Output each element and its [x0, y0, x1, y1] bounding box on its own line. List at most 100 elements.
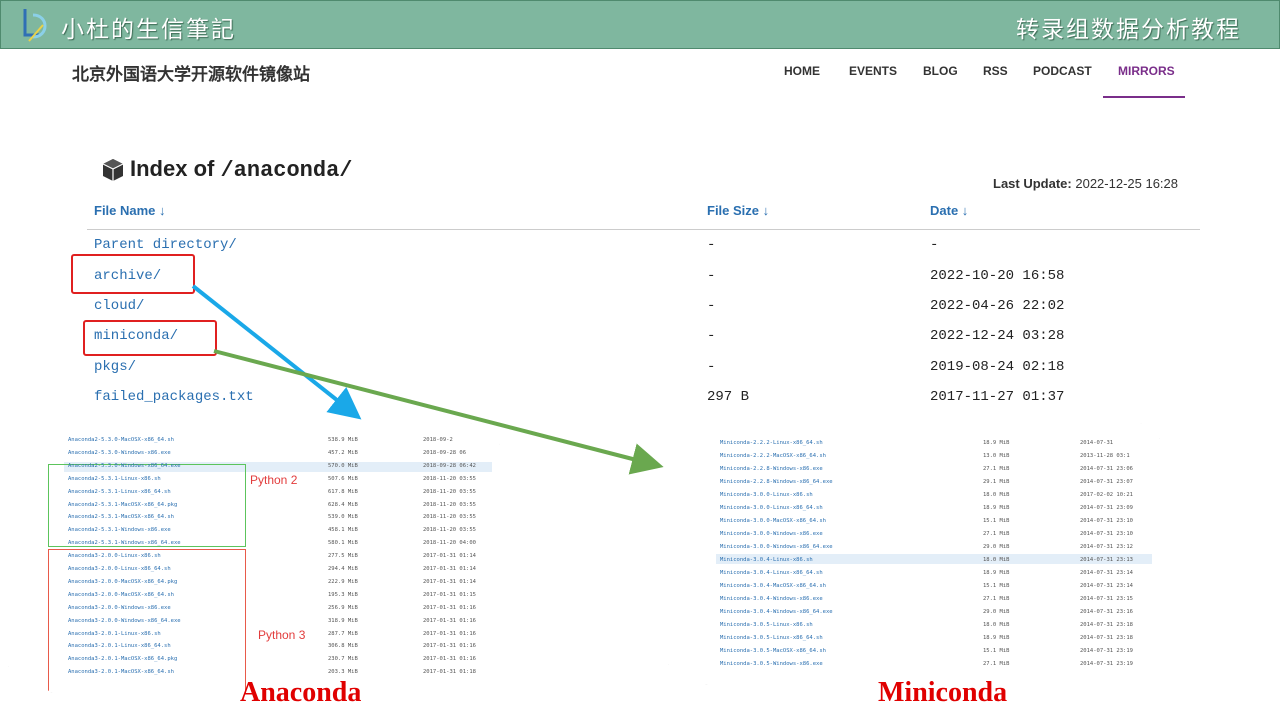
row-date: 2022-12-24 03:28 [930, 328, 1065, 344]
nav-rss[interactable]: RSS [983, 64, 1008, 78]
listing-name-cell[interactable]: Anaconda2-5.3.0-Windows-x86_64.exe [68, 463, 181, 469]
listing-size-cell: 29.0 MiB [983, 544, 1010, 550]
listing-name-cell[interactable]: Anaconda3-2.0.0-Linux-x86_64.sh [68, 566, 171, 572]
nav-active-underline [1103, 96, 1185, 98]
listing-name-cell[interactable]: Anaconda2-5.3.1-MacOSX-x86_64.sh [68, 514, 174, 520]
listing-name-cell[interactable]: Anaconda2-5.3.1-Windows-x86.exe [68, 527, 171, 533]
listing-date-cell: 2014-07-31 23:19 [1080, 661, 1133, 667]
row-name-parent-directory[interactable]: Parent directory/ [94, 237, 237, 253]
listing-size-cell: 294.4 MiB [328, 566, 358, 572]
listing-name-cell[interactable]: Miniconda-3.0.5-Windows-x86.exe [720, 661, 823, 667]
listing-name-cell[interactable]: Miniconda-3.0.5-Linux-x86.sh [720, 622, 813, 628]
listing-name-cell[interactable]: Miniconda-3.0.0-Linux-x86.sh [720, 492, 813, 498]
listing-name-cell[interactable]: Miniconda-3.0.0-MacOSX-x86_64.sh [720, 518, 826, 524]
anaconda-caption: Anaconda [240, 677, 362, 708]
listing-size-cell: 18.9 MiB [983, 635, 1010, 641]
listing-name-cell[interactable]: Anaconda2-5.3.1-Linux-x86_64.sh [68, 489, 171, 495]
listing-name-cell[interactable]: Miniconda-2.2.2-MacOSX-x86_64.sh [720, 453, 826, 459]
row-date: - [930, 237, 939, 253]
listing-name-cell[interactable]: Anaconda2-5.3.0-Windows-x86.exe [68, 450, 171, 456]
listing-date-cell: 2017-01-31 01:15 [423, 591, 476, 598]
row-name-pkgs[interactable]: pkgs/ [94, 359, 136, 375]
listing-date-cell: 2014-07-31 23:16 [1080, 609, 1133, 615]
listing-name-cell[interactable]: Anaconda3-2.0.1-Linux-x86_64.sh [68, 643, 171, 649]
listing-date-cell: 2014-07-31 23:18 [1080, 635, 1133, 641]
listing-name-cell[interactable]: Miniconda-3.0.5-Linux-x86_64.sh [720, 635, 823, 641]
listing-name-cell[interactable]: Miniconda-3.0.0-Linux-x86_64.sh [720, 505, 823, 511]
row-size: - [707, 268, 716, 284]
listing-size-cell: 195.3 MiB [328, 591, 358, 598]
listing-date-cell: 2018-11-20 03:55 [423, 501, 476, 508]
listing-date-cell: 2014-07-31 23:10 [1080, 531, 1133, 537]
listing-name-cell[interactable]: Miniconda-3.0.0-Windows-x86_64.exe [720, 544, 833, 550]
row-size: - [707, 328, 716, 344]
nav-mirrors[interactable]: MIRRORS [1118, 64, 1175, 78]
listing-date-cell: 2018-09-2 [423, 437, 453, 443]
listing-size-cell: 539.0 MiB [328, 514, 358, 521]
listing-date-cell: 2017-01-31 01:14 [423, 566, 476, 572]
ld-logo-icon [23, 9, 47, 42]
miniconda-listing-screenshot: Miniconda-2.2.2-Linux-x86_64.sh 18.9 MiB 2… [668, 423, 1160, 685]
listing-size-cell: 318.9 MiB [328, 617, 358, 624]
listing-size-cell: 458.1 MiB [328, 527, 358, 534]
listing-name-cell[interactable]: Anaconda3-2.0.0-MacOSX-x86_64.sh [68, 592, 174, 598]
listing-name-cell[interactable]: Miniconda-3.0.0-Windows-x86.exe [720, 531, 823, 537]
listing-name-cell[interactable]: Miniconda-3.0.4-MacOSX-x86_64.sh [720, 583, 826, 589]
listing-name-cell[interactable]: Miniconda-3.0.4-Linux-x86_64.sh [720, 570, 823, 576]
listing-date-cell: 2014-07-31 23:12 [1080, 544, 1133, 550]
nav-home[interactable]: HOME [784, 64, 820, 78]
listing-name-cell[interactable]: Anaconda3-2.0.0-Windows-x86_64.exe [68, 618, 181, 624]
listing-date-cell: 2017-02-02 10:21 [1080, 492, 1133, 498]
listing-name-cell[interactable]: Miniconda-2.2.2-Linux-x86_64.sh [720, 440, 823, 446]
listing-size-cell: 306.8 MiB [328, 643, 358, 650]
listing-name-cell[interactable]: Miniconda-2.2.8-Windows-x86_64.exe [720, 479, 833, 485]
col-header-name[interactable]: File Name ↓ [94, 203, 166, 218]
listing-size-cell: 580.1 MiB [328, 540, 358, 547]
listing-size-cell: 18.0 MiB [983, 492, 1010, 498]
listing-name-cell[interactable]: Anaconda3-2.0.0-Windows-x86.exe [68, 605, 171, 611]
listing-name-cell[interactable]: Anaconda3-2.0.1-Linux-x86.sh [68, 631, 161, 637]
row-size: - [707, 237, 716, 253]
col-header-size[interactable]: File Size ↓ [707, 203, 769, 218]
col-header-date[interactable]: Date ↓ [930, 203, 968, 218]
listing-name-cell[interactable]: Miniconda-3.0.4-Windows-x86.exe [720, 596, 823, 602]
archive-highlight-box [71, 254, 195, 294]
listing-date-cell: 2017-01-31 01:16 [423, 630, 476, 637]
listing-name-cell[interactable]: Anaconda3-2.0.1-MacOSX-x86_64.pkg [68, 656, 177, 662]
listing-size-cell: 538.9 MiB [328, 437, 358, 443]
listing-size-cell: 27.1 MiB [983, 466, 1010, 472]
listing-size-cell: 13.0 MiB [983, 453, 1010, 459]
listing-name-cell[interactable]: Miniconda-3.0.5-MacOSX-x86_64.sh [720, 648, 826, 654]
listing-size-cell: 18.0 MiB [983, 622, 1010, 628]
listing-date-cell: 2013-11-28 03:1 [1080, 453, 1130, 459]
row-name-failed-packages[interactable]: failed_packages.txt [94, 389, 254, 405]
listing-name-cell[interactable]: Anaconda3-2.0.1-MacOSX-x86_64.sh [68, 669, 174, 675]
listing-name-cell[interactable]: Miniconda-2.2.8-Windows-x86.exe [720, 466, 823, 472]
site-name[interactable]: 北京外国语大学开源软件镜像站 [72, 60, 310, 85]
listing-size-cell: 27.1 MiB [983, 531, 1010, 537]
nav-podcast[interactable]: PODCAST [1033, 64, 1092, 78]
banner-right-title: 转录组数据分析教程 [1016, 17, 1241, 43]
listing-size-cell: 27.1 MiB [983, 661, 1010, 667]
row-size: - [707, 359, 716, 375]
listing-name-cell[interactable]: Miniconda-3.0.4-Linux-x86.sh [720, 557, 813, 563]
listing-date-cell: 2018-11-20 03:55 [423, 488, 476, 495]
listing-name-cell[interactable]: Anaconda2-5.3.1-Windows-x86_64.exe [68, 540, 181, 546]
listing-size-cell: 256.9 MiB [328, 604, 358, 611]
listing-size-cell: 222.9 MiB [328, 578, 358, 585]
listing-name-cell[interactable]: Anaconda2-5.3.0-MacOSX-x86_64.sh [68, 437, 174, 443]
listing-name-cell[interactable]: Miniconda-3.0.4-Windows-x86_64.exe [720, 609, 833, 615]
listing-date-cell: 2017-01-31 01:16 [423, 656, 476, 663]
listing-date-cell: 2014-07-31 [1080, 440, 1114, 446]
nav-events[interactable]: EVENTS [849, 64, 897, 78]
nav-blog[interactable]: BLOG [923, 64, 958, 78]
listing-name-cell[interactable]: Anaconda3-2.0.0-Linux-x86.sh [68, 553, 161, 559]
listing-date-cell: 2014-07-31 23:14 [1080, 583, 1133, 589]
row-name-cloud[interactable]: cloud/ [94, 298, 144, 314]
listing-date-cell: 2017-01-31 01:16 [423, 604, 476, 611]
listing-name-cell[interactable]: Anaconda2-5.3.1-Linux-x86.sh [68, 476, 161, 482]
listing-name-cell[interactable]: Anaconda2-5.3.1-MacOSX-x86_64.pkg [68, 502, 177, 508]
listing-size-cell: 628.4 MiB [328, 501, 358, 508]
listing-date-cell: 2014-07-31 23:13 [1080, 557, 1133, 563]
listing-name-cell[interactable]: Anaconda3-2.0.0-MacOSX-x86_64.pkg [68, 579, 177, 585]
